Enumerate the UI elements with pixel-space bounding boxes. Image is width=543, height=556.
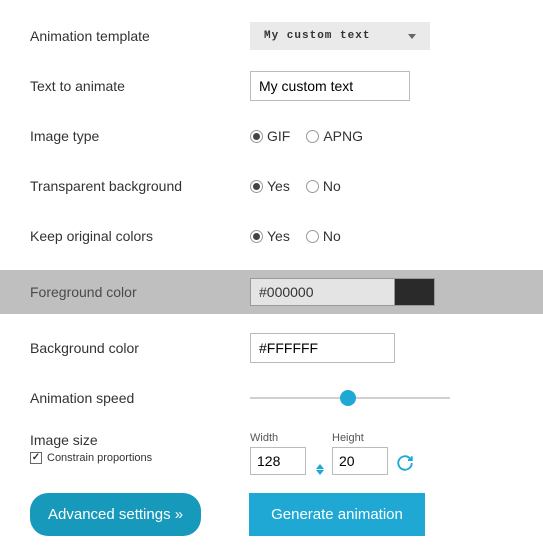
radio-icon [250,130,263,143]
foreground-color-picker[interactable] [250,278,513,306]
transparent-no-radio[interactable]: No [306,178,341,194]
width-label: Width [250,432,306,444]
speed-label: Animation speed [30,390,250,406]
foreground-label: Foreground color [30,284,250,300]
width-input[interactable] [250,447,306,475]
radio-label: No [323,178,341,194]
image-type-apng-radio[interactable]: APNG [306,128,363,144]
background-label: Background color [30,340,250,356]
radio-icon [306,180,319,193]
radio-icon [306,130,319,143]
template-value: My custom text [264,30,370,42]
foreground-row: Foreground color [0,270,543,314]
radio-icon [250,180,263,193]
foreground-input[interactable] [250,278,395,306]
radio-label: Yes [267,178,290,194]
chevron-down-icon [408,34,416,39]
background-color-input[interactable] [250,333,395,363]
checkbox-icon [30,452,42,464]
constrain-checkbox[interactable]: Constrain proportions [30,452,250,464]
radio-icon [250,230,263,243]
template-label: Animation template [30,28,250,44]
generate-animation-button[interactable]: Generate animation [249,493,425,536]
radio-label: GIF [267,128,290,144]
text-label: Text to animate [30,78,250,94]
constrain-label: Constrain proportions [47,452,152,464]
advanced-settings-button[interactable]: Advanced settings » [30,493,201,536]
image-type-label: Image type [30,128,250,144]
radio-label: APNG [323,128,363,144]
image-size-label: Image size [30,432,250,448]
refresh-icon[interactable] [396,454,414,475]
speed-slider[interactable] [250,388,450,408]
radio-icon [306,230,319,243]
keep-colors-label: Keep original colors [30,228,250,244]
width-increase-icon[interactable] [316,464,324,469]
keep-colors-yes-radio[interactable]: Yes [250,228,290,244]
height-label: Height [332,432,388,444]
radio-label: Yes [267,228,290,244]
height-input[interactable] [332,447,388,475]
radio-label: No [323,228,341,244]
foreground-swatch[interactable] [395,278,435,306]
template-dropdown[interactable]: My custom text [250,22,430,50]
image-type-gif-radio[interactable]: GIF [250,128,290,144]
transparent-bg-label: Transparent background [30,178,250,194]
width-decrease-icon[interactable] [316,470,324,475]
text-to-animate-input[interactable] [250,71,410,101]
transparent-yes-radio[interactable]: Yes [250,178,290,194]
keep-colors-no-radio[interactable]: No [306,228,341,244]
slider-thumb[interactable] [340,390,356,406]
